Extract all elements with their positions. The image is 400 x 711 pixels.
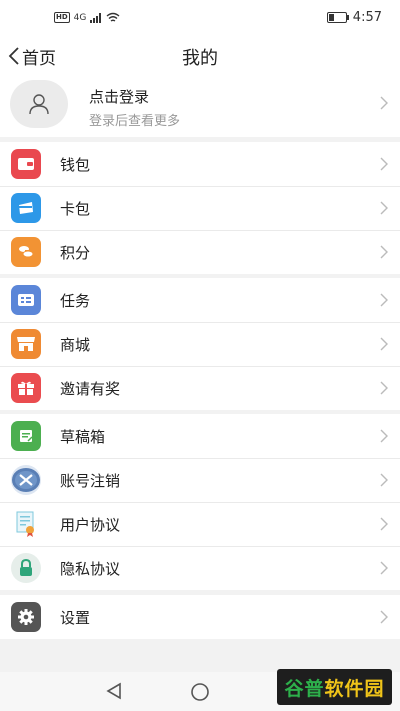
status-left: HD 4G (54, 12, 120, 23)
chevron-right-icon (380, 157, 388, 171)
menu-item-card[interactable]: 卡包 (0, 186, 400, 230)
lock-icon (11, 553, 41, 583)
menu-item-wallet[interactable]: 钱包 (0, 142, 400, 186)
battery-icon (326, 12, 349, 23)
chevron-left-icon (8, 47, 19, 65)
back-button[interactable]: 首页 (8, 42, 56, 70)
coins-icon (11, 237, 41, 267)
wifi-icon (106, 12, 120, 22)
chevron-right-icon (380, 561, 388, 575)
chevron-right-icon (380, 517, 388, 531)
gift-icon (11, 373, 41, 403)
avatar (10, 80, 68, 128)
watermark-logo: 谷普 软件园 (277, 669, 392, 705)
menu-item-settings[interactable]: 设置 (0, 595, 400, 639)
menu-label: 账号注销 (60, 472, 121, 490)
login-row[interactable]: 点击登录 登录后查看更多 (0, 74, 400, 137)
chevron-right-icon (380, 473, 388, 487)
menu-item-deactivate[interactable]: 账号注销 (0, 458, 400, 502)
menu-group-settings: 设置 (0, 595, 400, 639)
login-subtitle: 登录后查看更多 (89, 114, 181, 129)
back-label: 首页 (22, 48, 56, 69)
network-type: 4G (73, 12, 87, 23)
page-title: 我的 (182, 48, 218, 69)
hd-badge: HD (54, 12, 70, 23)
home-circle-icon[interactable] (190, 682, 210, 702)
menu-label: 钱包 (60, 156, 91, 174)
status-right: 4:57 (326, 10, 382, 25)
draft-icon (11, 421, 41, 451)
menu-group-activities: 任务 商城 邀请有奖 (0, 278, 400, 410)
menu-item-drafts[interactable]: 草稿箱 (0, 414, 400, 458)
chevron-right-icon (380, 245, 388, 259)
menu-label: 积分 (60, 244, 91, 262)
chevron-right-icon (380, 381, 388, 395)
chevron-right-icon (380, 293, 388, 307)
menu-item-tasks[interactable]: 任务 (0, 278, 400, 322)
nav-bar: 我的 首页 (0, 38, 400, 74)
menu-item-points[interactable]: 积分 (0, 230, 400, 274)
menu-group-account: 草稿箱 账号注销 用户协议 隐私协议 (0, 414, 400, 590)
x-circle-icon (11, 465, 41, 495)
menu-item-privacy[interactable]: 隐私协议 (0, 546, 400, 590)
menu-label: 商城 (60, 336, 91, 354)
menu-item-mall[interactable]: 商城 (0, 322, 400, 366)
menu-group-finance: 钱包 卡包 积分 (0, 142, 400, 274)
menu-item-user-agreement[interactable]: 用户协议 (0, 502, 400, 546)
menu-label: 任务 (60, 292, 91, 310)
store-icon (11, 329, 41, 359)
back-triangle-icon[interactable] (106, 682, 122, 700)
chevron-right-icon (380, 201, 388, 215)
menu-label: 卡包 (60, 200, 91, 218)
login-title: 点击登录 (89, 88, 150, 106)
certificate-icon (11, 509, 41, 539)
card-icon (11, 193, 41, 223)
wallet-icon (11, 149, 41, 179)
chevron-right-icon (380, 429, 388, 443)
signal-icon (90, 12, 102, 23)
menu-item-invite[interactable]: 邀请有奖 (0, 366, 400, 410)
menu-label: 隐私协议 (60, 560, 121, 578)
menu-label: 设置 (60, 609, 91, 627)
status-bar: HD 4G 4:57 (0, 0, 400, 38)
menu-label: 用户协议 (60, 516, 121, 534)
menu-label: 邀请有奖 (60, 380, 121, 398)
chevron-right-icon (380, 337, 388, 351)
watermark-part2: 软件园 (324, 677, 385, 700)
gear-icon (11, 602, 41, 632)
task-icon (11, 285, 41, 315)
chevron-right-icon (380, 96, 388, 110)
clock: 4:57 (352, 10, 382, 25)
user-icon (29, 94, 49, 115)
menu-label: 草稿箱 (60, 428, 106, 446)
battery-level (328, 14, 335, 21)
watermark-part1: 谷普 (284, 677, 325, 700)
chevron-right-icon (380, 610, 388, 624)
